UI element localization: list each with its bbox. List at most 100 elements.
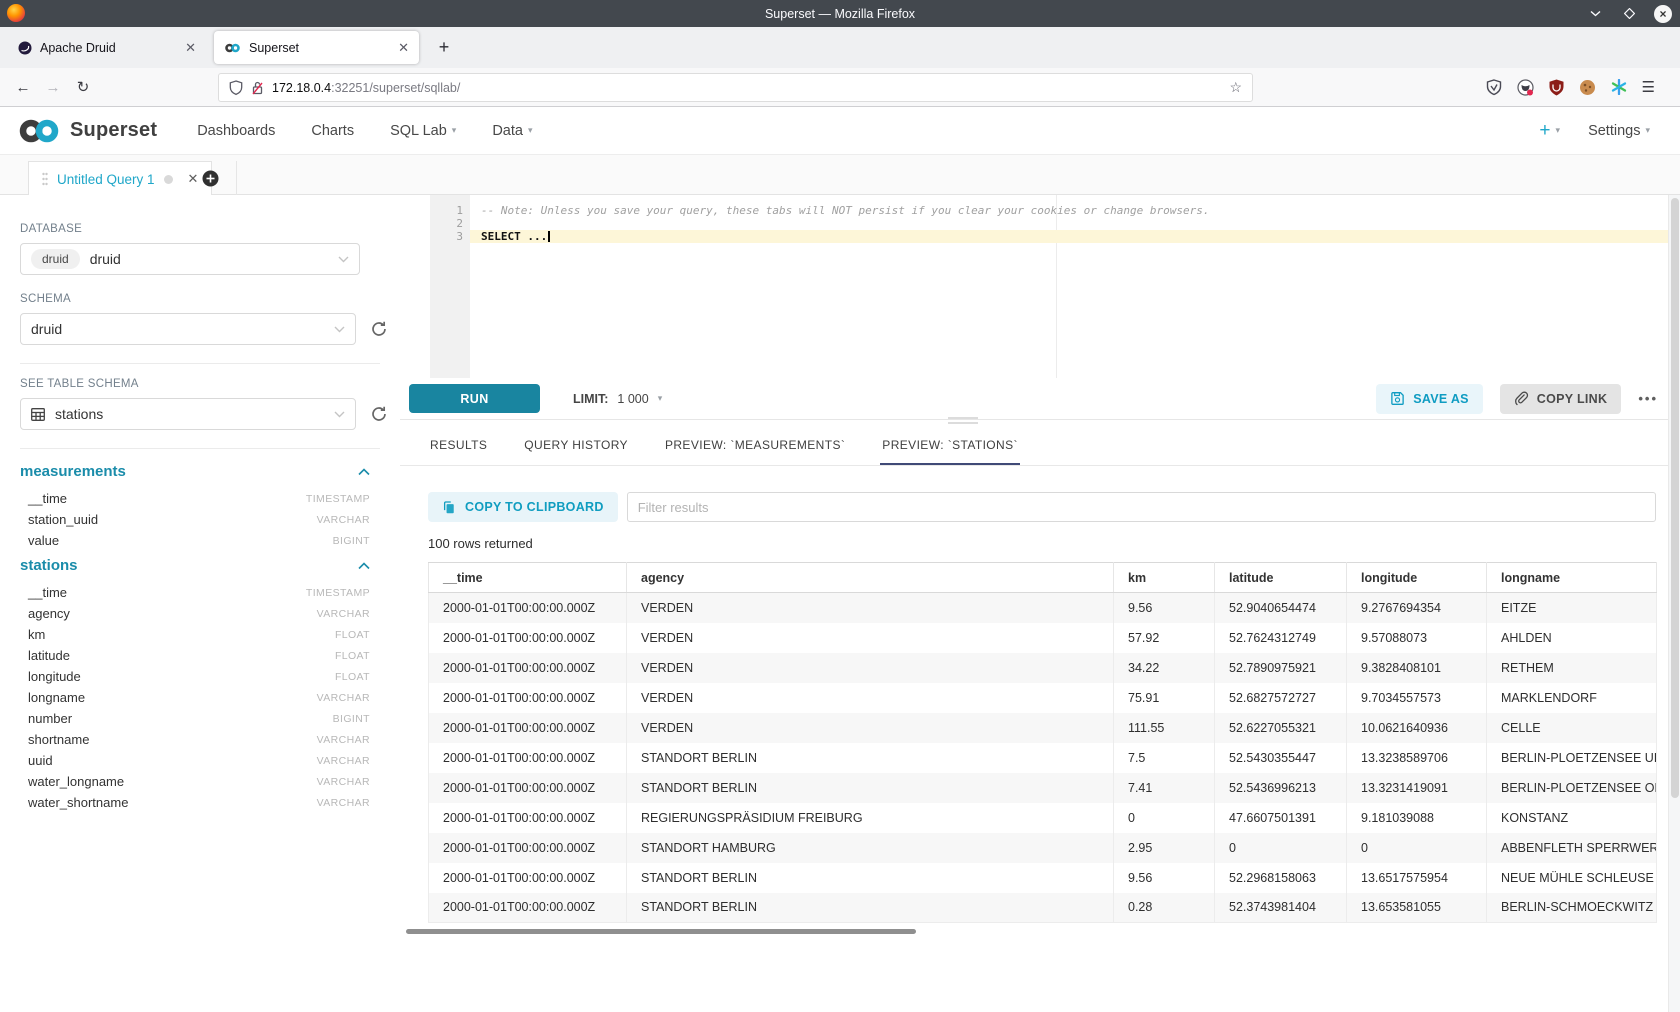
- limit-control[interactable]: LIMIT: 1 000 ▾: [573, 392, 662, 406]
- results-tab-3[interactable]: PREVIEW: `STATIONS`: [880, 438, 1020, 465]
- table-cell: VERDEN: [627, 623, 1114, 653]
- more-options-icon[interactable]: •••: [1638, 391, 1658, 406]
- table-name-label: stations: [20, 557, 78, 574]
- schema-select[interactable]: druid: [20, 313, 356, 345]
- schema-section-header[interactable]: stations: [20, 557, 388, 574]
- table-row: 2000-01-01T00:00:00.000ZSTANDORT BERLIN0…: [429, 893, 1657, 923]
- horizontal-scrollbar[interactable]: [406, 929, 916, 934]
- editor-line[interactable]: -- Note: Unless you save your query, the…: [470, 204, 1668, 217]
- editor-line[interactable]: [470, 217, 1668, 230]
- chevron-down-icon: ▾: [452, 125, 457, 136]
- url-text: 172.18.0.4:32251/superset/sqllab/: [272, 81, 1221, 95]
- superset-navbar: Superset Dashboards Charts SQL Lab▾ Data▾ +…: [0, 107, 1680, 155]
- menu-icon[interactable]: ☰: [1642, 78, 1656, 96]
- gutter-line-number: 3: [430, 230, 463, 243]
- column-type-label: FLOAT: [335, 671, 370, 683]
- editor-code[interactable]: -- Note: Unless you save your query, the…: [470, 195, 1668, 243]
- column-header-longitude[interactable]: longitude: [1347, 563, 1487, 593]
- column-type-label: VARCHAR: [317, 514, 370, 526]
- reload-icon[interactable]: ↻: [68, 78, 98, 96]
- forward-icon[interactable]: →: [38, 79, 68, 96]
- browser-tab-superset[interactable]: Superset ✕: [214, 31, 419, 64]
- copy-to-clipboard-label: COPY TO CLIPBOARD: [465, 500, 604, 514]
- column-type-label: BIGINT: [333, 713, 370, 725]
- url-bar[interactable]: 172.18.0.4:32251/superset/sqllab/ ☆: [218, 73, 1253, 102]
- table-cell: EITZE: [1487, 593, 1657, 623]
- chevron-down-icon: [334, 411, 345, 418]
- tab-close-icon[interactable]: ✕: [185, 40, 196, 56]
- table-cell: 2000-01-01T00:00:00.000Z: [429, 593, 627, 623]
- database-select[interactable]: druid druid: [20, 243, 360, 275]
- table-cell: 52.5430355447: [1215, 743, 1347, 773]
- copy-to-clipboard-button[interactable]: COPY TO CLIPBOARD: [428, 492, 618, 522]
- new-query-tab-button[interactable]: [185, 161, 237, 196]
- table-cell: 0: [1215, 833, 1347, 863]
- table-cell: 52.5436996213: [1215, 773, 1347, 803]
- table-cell: CELLE: [1487, 713, 1657, 743]
- shield-icon[interactable]: [229, 80, 243, 96]
- table-select[interactable]: stations: [20, 398, 356, 430]
- filter-results-input[interactable]: [627, 492, 1656, 522]
- main-nav: Dashboards Charts SQL Lab▾ Data▾: [197, 123, 532, 139]
- database-type-pill: druid: [31, 249, 80, 269]
- asterisk-extension-icon[interactable]: [1611, 79, 1627, 95]
- table-cell: 2000-01-01T00:00:00.000Z: [429, 833, 627, 863]
- link-icon: [1514, 391, 1529, 406]
- run-button[interactable]: RUN: [409, 384, 540, 413]
- table-row: 2000-01-01T00:00:00.000ZSTANDORT BERLIN7…: [429, 743, 1657, 773]
- results-tab-1[interactable]: QUERY HISTORY: [522, 438, 630, 465]
- sql-editor[interactable]: 123 -- Note: Unless you save your query,…: [400, 195, 1668, 378]
- table-cell: 34.22: [1114, 653, 1215, 683]
- results-tab-0[interactable]: RESULTS: [428, 438, 489, 465]
- table-cell: BERLIN-SCHMOECKWITZ: [1487, 893, 1657, 923]
- containers-mask-icon[interactable]: [1517, 79, 1534, 96]
- refresh-schemas-icon[interactable]: [370, 320, 388, 338]
- cookie-icon[interactable]: [1579, 79, 1596, 96]
- ublock-shield-icon[interactable]: [1549, 79, 1564, 96]
- column-header-km[interactable]: km: [1114, 563, 1215, 593]
- save-as-button[interactable]: SAVE AS: [1376, 384, 1483, 414]
- column-type-label: VARCHAR: [317, 797, 370, 809]
- table-cell: STANDORT BERLIN: [627, 743, 1114, 773]
- table-cell: 2000-01-01T00:00:00.000Z: [429, 863, 627, 893]
- refresh-tables-icon[interactable]: [370, 405, 388, 423]
- tab-close-icon[interactable]: ✕: [398, 40, 409, 56]
- nav-item-data[interactable]: Data▾: [492, 123, 532, 139]
- schema-tables: measurements__timeTIMESTAMPstation_uuidV…: [20, 463, 388, 813]
- copy-link-button[interactable]: COPY LINK: [1500, 384, 1622, 414]
- nav-item-charts[interactable]: Charts: [311, 123, 354, 139]
- table-cell: RETHEM: [1487, 653, 1657, 683]
- schema-section-header[interactable]: measurements: [20, 463, 388, 480]
- druid-tab-icon: [18, 41, 32, 55]
- table-cell: 47.6607501391: [1215, 803, 1347, 833]
- results-tabbar: RESULTS QUERY HISTORY PREVIEW: `MEASUREMEN…: [400, 420, 1668, 466]
- browser-tab-apache-druid[interactable]: Apache Druid ✕: [8, 31, 206, 64]
- right-pane: 123 -- Note: Unless you save your query,…: [400, 195, 1668, 1012]
- close-icon[interactable]: ×: [1654, 5, 1672, 23]
- editor-line[interactable]: SELECT ...: [470, 230, 1668, 243]
- back-icon[interactable]: ←: [8, 79, 38, 96]
- nav-item-sql-lab[interactable]: SQL Lab▾: [390, 123, 456, 139]
- new-tab-button[interactable]: +: [431, 37, 457, 58]
- table-cell: REGIERUNGSPRÄSIDIUM FREIBURG: [627, 803, 1114, 833]
- scrollbar-thumb[interactable]: [1671, 198, 1679, 798]
- settings-menu[interactable]: Settings ▾: [1588, 123, 1650, 139]
- column-header-longname[interactable]: longname: [1487, 563, 1657, 593]
- maximize-icon[interactable]: [1620, 5, 1638, 23]
- minimize-icon[interactable]: [1586, 5, 1604, 23]
- results-tab-2[interactable]: PREVIEW: `MEASUREMENTS`: [663, 438, 847, 465]
- superset-logo[interactable]: [16, 117, 62, 145]
- add-new-button[interactable]: + ▾: [1539, 120, 1560, 142]
- column-header-__time[interactable]: __time: [429, 563, 627, 593]
- brand-title[interactable]: Superset: [70, 119, 157, 142]
- schema-section-measurements: measurements__timeTIMESTAMPstation_uuidV…: [20, 463, 388, 551]
- chevron-down-icon: ▾: [658, 393, 663, 404]
- shield-check-extension-icon[interactable]: [1486, 79, 1502, 96]
- nav-item-dashboards[interactable]: Dashboards: [197, 123, 275, 139]
- column-header-agency[interactable]: agency: [627, 563, 1114, 593]
- vertical-scrollbar[interactable]: [1668, 195, 1680, 1012]
- bookmark-star-icon[interactable]: ☆: [1229, 79, 1242, 96]
- copy-link-label: COPY LINK: [1537, 392, 1608, 406]
- column-header-latitude[interactable]: latitude: [1215, 563, 1347, 593]
- insecure-lock-icon[interactable]: [251, 80, 264, 96]
